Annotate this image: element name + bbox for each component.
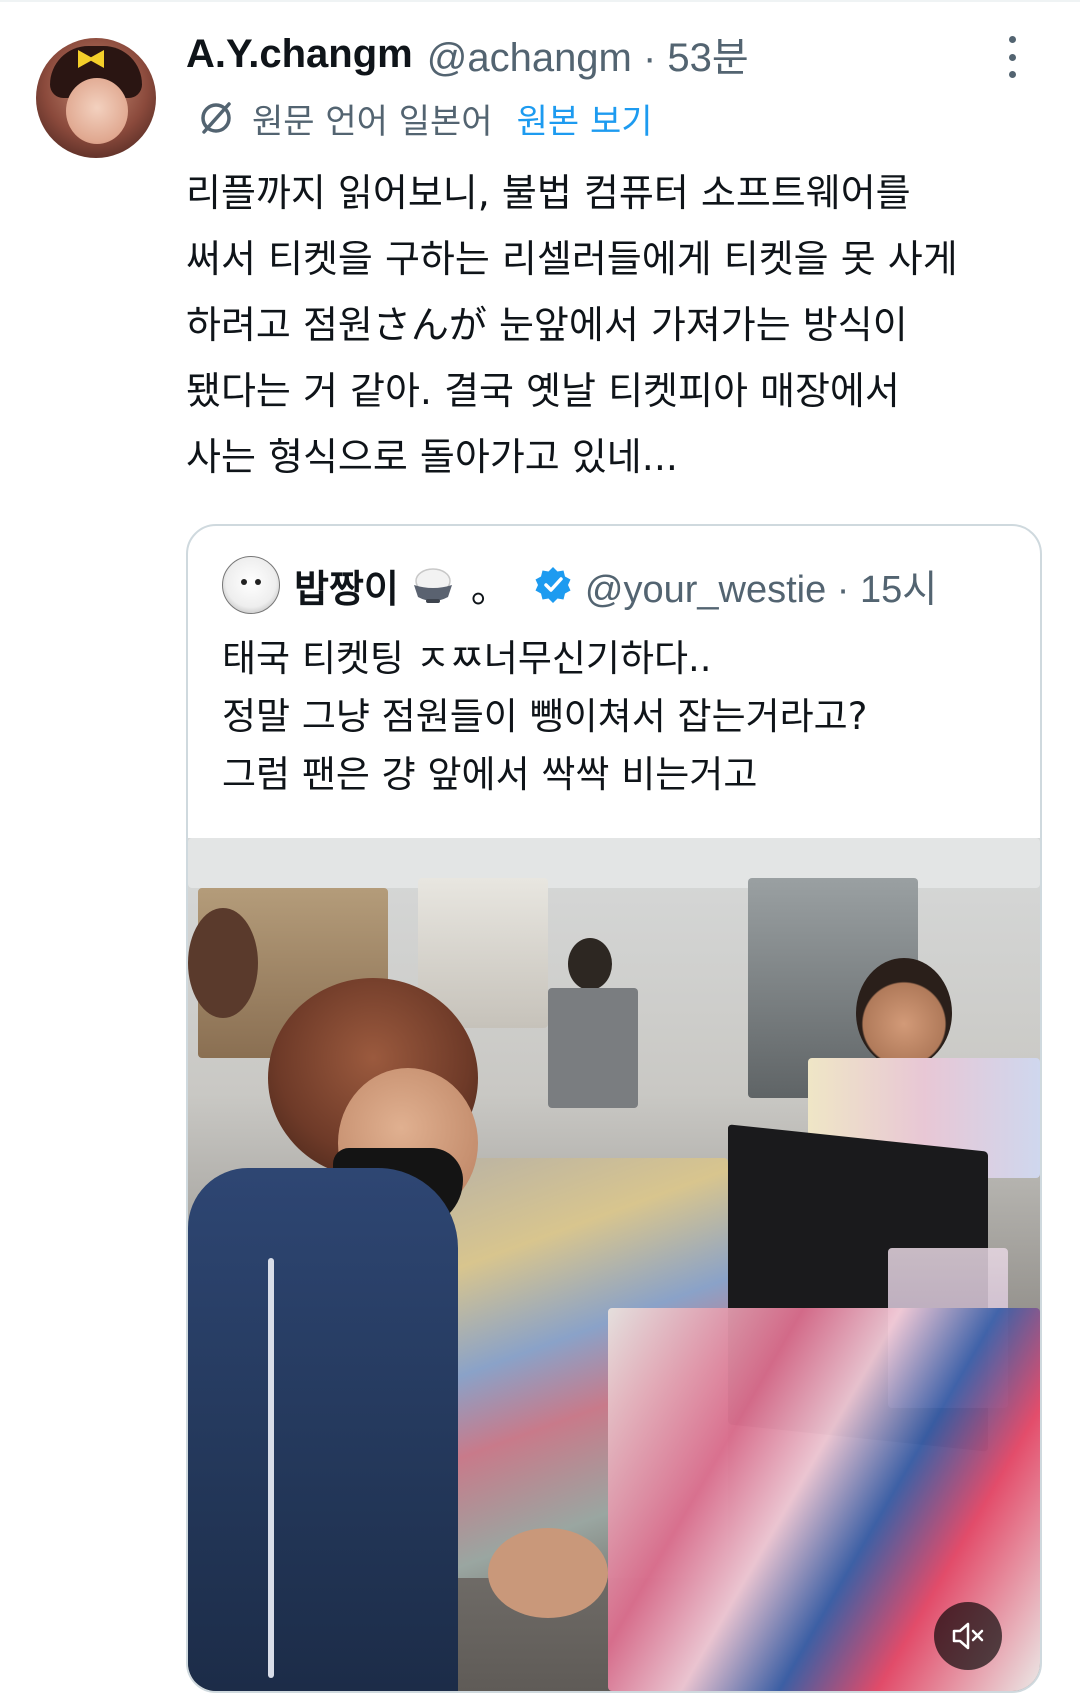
quoted-video[interactable] [188,838,1040,1691]
translation-language-note: 원문 언어 일본어 [252,101,493,142]
video-person-left-head [188,908,258,1018]
author-display-name[interactable]: A.Y.changm [186,32,413,77]
tweet-text-line: 리플까지 읽어보니, 불법 컴퓨터 소프트웨어를 [186,171,911,215]
mute-button[interactable] [934,1602,1002,1670]
view-original-link[interactable]: 원본 보기 [517,94,653,143]
video-woman-hand [488,1528,608,1618]
video-person-back-body [548,988,638,1108]
quoted-author-name: 밥짱이 [294,566,399,611]
quoted-text-line: 정말 그냥 점원들이 뺑이쳐서 잡는거라고? [222,695,868,738]
tweet-header: A.Y.changm @achangm · 53분 [186,22,749,86]
quoted-author-avatar [222,556,280,614]
author-avatar[interactable] [36,38,156,158]
volume-muted-icon [952,1622,984,1650]
quoted-author-handle-time: @your_westie · 15시 [584,568,938,611]
tweet-text-line: 사는 형식으로 돌아가고 있네... [186,435,678,479]
tweet-text-line: 됐다는 거 같아. 결국 옛날 티켓피아 매장에서 [186,369,900,413]
video-woman-jacket [188,1168,458,1691]
tweet-text-line: 써서 티켓을 구하는 리셀러들에게 티켓을 못 사게 [186,237,958,281]
video-person-back [568,938,612,990]
author-handle-time[interactable]: @achangm · 53분 [427,25,749,83]
verified-badge-icon [535,567,571,603]
top-divider [0,0,1080,2]
quoted-tweet-text: 태국 티켓팅 ㅈㅉ너무신기하다.. 정말 그냥 점원들이 뺑이쳐서 잡는거라고?… [222,630,1022,804]
quoted-text-line: 그럼 팬은 걍 앞에서 싹싹 비는거고 [222,753,758,796]
translate-icon [201,102,231,134]
quoted-text-line: 태국 티켓팅 ㅈㅉ너무신기하다.. [222,637,712,680]
quoted-tweet-card[interactable]: 밥짱이 。 @your_westie · 15시 태국 티켓팅 ㅈㅉ너무신기하다… [186,524,1042,1693]
quoted-tweet-header: 밥짱이 。 @your_westie · 15시 [222,556,937,614]
video-boy-head [856,958,952,1068]
quoted-author-name-suffix: 。 [470,566,509,611]
translation-row: 원문 언어 일본어 원본 보기 [196,90,653,146]
video-woman-jacket-stripe [268,1258,274,1678]
more-options-icon[interactable] [1000,36,1024,78]
tweet-text: 리플까지 읽어보니, 불법 컴퓨터 소프트웨어를 써서 티켓을 구하는 리셀러들… [186,160,1046,490]
avatar-face [66,78,128,144]
tweet-text-line: 하려고 점원さんが 눈앞에서 가져가는 방식이 [186,303,908,347]
rice-bowl-icon [413,568,452,603]
